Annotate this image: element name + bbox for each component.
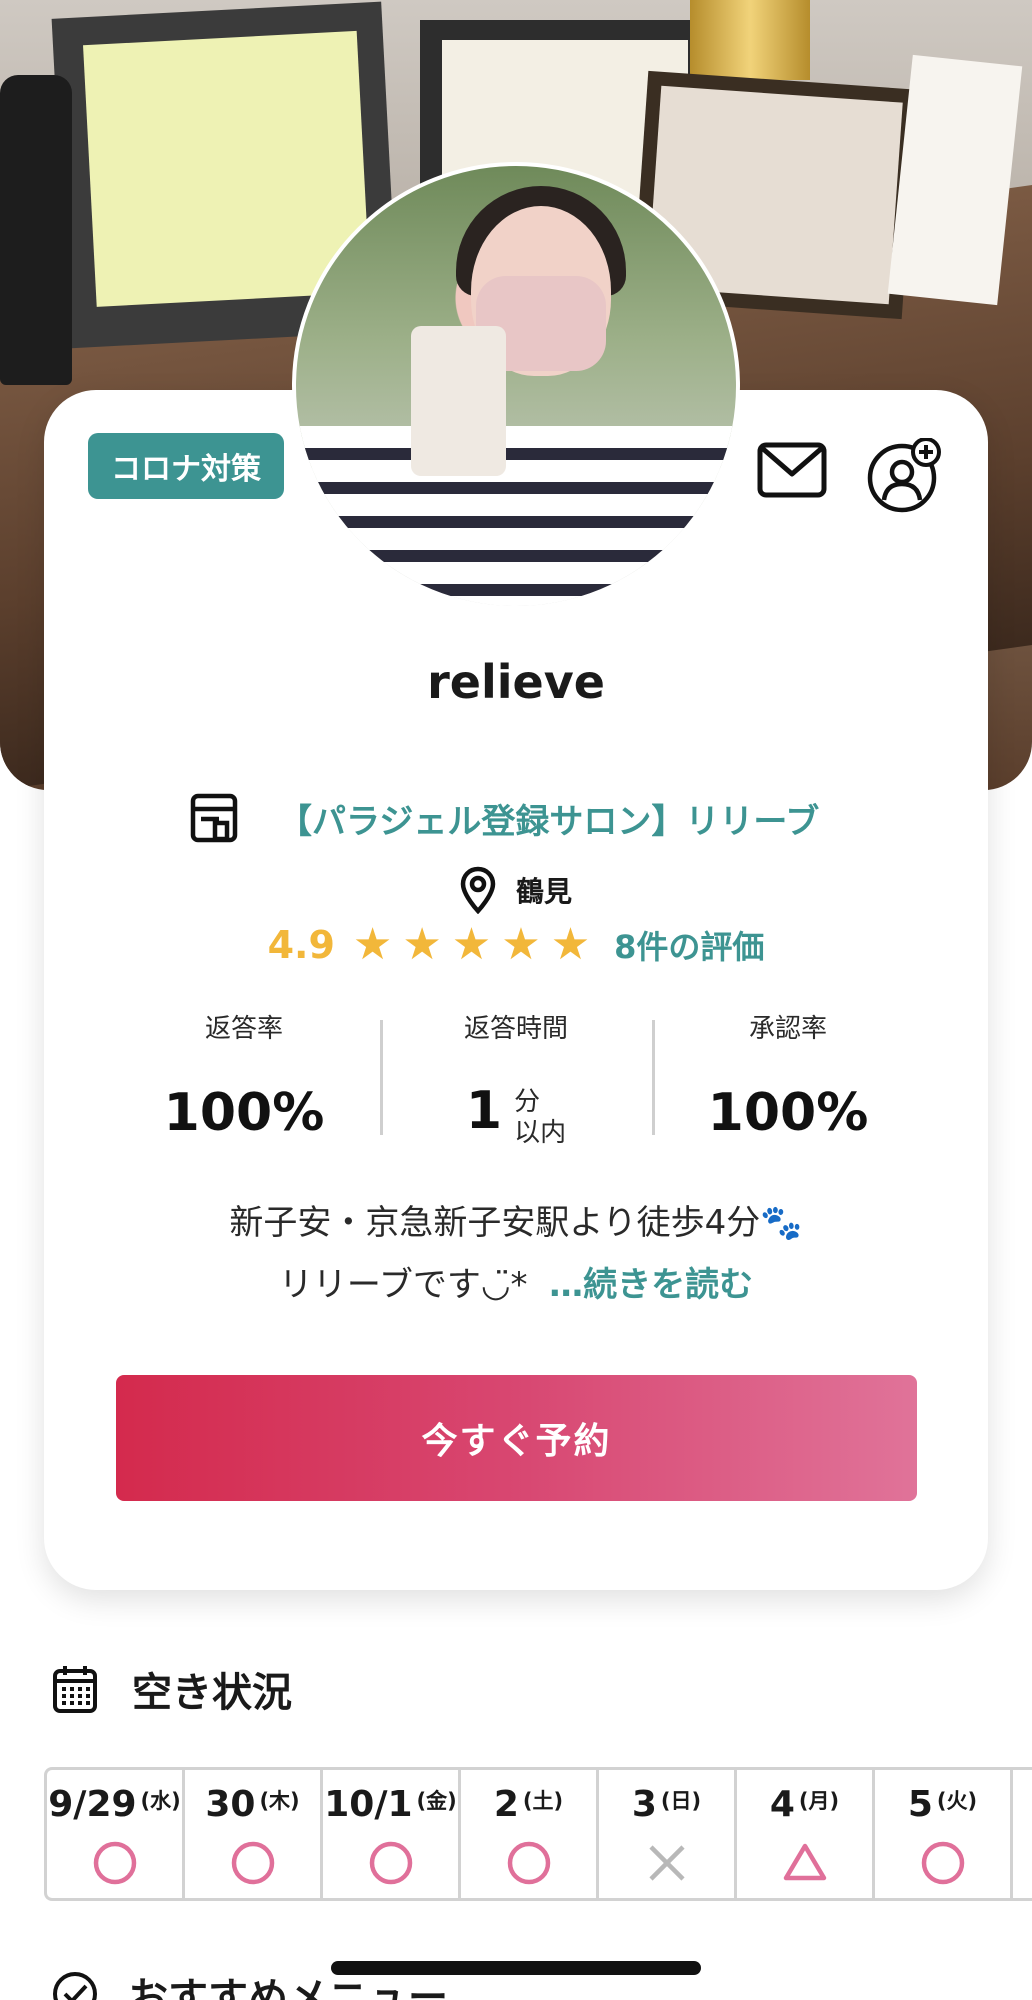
calendar-day-0[interactable]: 9/29 (水) <box>47 1770 185 1898</box>
rating[interactable]: 4.9 ★ ★ ★ ★ ★ 8件の評価 <box>0 922 1032 968</box>
calendar-date: 10/1 (金) <box>324 1784 457 1825</box>
home-indicator <box>331 1961 701 1975</box>
calendar-day-4: 3 (日) <box>599 1770 737 1898</box>
available-circle-icon <box>323 1840 458 1886</box>
stats-panel: 返答率 100% 返答時間 1 分 以内 承認率 100% <box>108 1000 924 1148</box>
stat-approval-rate: 承認率 100% <box>652 1000 924 1145</box>
add-user-icon <box>867 438 941 513</box>
corona-badge[interactable]: コロナ対策 <box>88 433 284 499</box>
review-count-link[interactable]: 8件の評価 <box>614 922 764 968</box>
area-label: 鶴見 <box>515 875 572 908</box>
rating-value: 4.9 <box>267 923 335 967</box>
message-button[interactable] <box>754 440 830 500</box>
star-icon: ★ <box>550 919 591 970</box>
stat-value: 1 <box>465 1081 503 1141</box>
stat-label: 承認率 <box>748 1014 827 1044</box>
location-pin-icon <box>460 866 496 914</box>
star-icon: ★ <box>451 919 492 970</box>
salon-name[interactable]: 【パラジェル登録サロン】リリーブ <box>278 794 819 843</box>
calendar-date: 9/29 (水) <box>48 1784 181 1825</box>
calendar-day-5[interactable]: 4 (月) <box>737 1770 875 1898</box>
follow-button[interactable] <box>866 438 942 514</box>
calendar-date: 30 (木) <box>205 1784 300 1825</box>
calendar-date: 3 (日) <box>631 1784 702 1825</box>
calendar-day-1[interactable]: 30 (木) <box>185 1770 323 1898</box>
avatar <box>292 162 740 610</box>
stat-label: 返答時間 <box>463 1014 568 1044</box>
shop-icon <box>190 793 238 843</box>
availability-calendar: 9/29 (水) 30 (木) 10/1 (金) 2 (土) 3 (日) 4 (月) 5 (火) <box>44 1767 1032 1901</box>
salon-link[interactable]: 【パラジェル登録サロン】リリーブ <box>190 790 819 846</box>
check-badge-icon <box>53 1972 97 2000</box>
star-icon: ★ <box>352 919 393 970</box>
stat-unit: 分 以内 <box>514 1087 567 1149</box>
available-circle-icon <box>185 1840 320 1886</box>
star-icon: ★ <box>402 919 442 970</box>
calendar-date: 2 (土) <box>493 1784 564 1825</box>
available-circle-icon <box>47 1840 182 1886</box>
stat-response-rate: 返答率 100% <box>108 1000 380 1145</box>
stat-label: 返答率 <box>204 1014 283 1044</box>
calendar-day-3[interactable]: 2 (土) <box>461 1770 599 1898</box>
availability-header: 空き状況 <box>52 1660 292 1718</box>
calendar-icon <box>53 1666 97 1713</box>
reserve-now-button[interactable]: 今すぐ予約 <box>116 1375 917 1501</box>
unavailable-cross-icon <box>599 1840 734 1886</box>
calendar-date: 4 (月) <box>769 1784 840 1825</box>
calendar-date: 5 (火) <box>907 1784 978 1825</box>
shop-description: 新子安・京急新子安駅より徒歩4分🐾 リリーブです◡̈* …続きを読む <box>229 1203 803 1305</box>
read-more-link[interactable]: …続きを読む <box>549 1265 753 1305</box>
stat-response-time: 返答時間 1 分 以内 <box>380 1000 652 1148</box>
calendar-day-2[interactable]: 10/1 (金) <box>323 1770 461 1898</box>
stat-value: 100% <box>707 1083 869 1143</box>
star-icon: ★ <box>501 919 541 970</box>
availability-title: 空き状況 <box>132 1670 292 1716</box>
limited-triangle-icon <box>737 1840 872 1886</box>
available-circle-icon <box>461 1840 596 1886</box>
mail-icon <box>757 442 827 498</box>
area: 鶴見 <box>0 866 1032 914</box>
available-circle-icon <box>875 1840 1010 1886</box>
shop-name: relieve <box>427 655 605 709</box>
stat-value: 100% <box>163 1083 325 1143</box>
calendar-day-6[interactable]: 5 (火) <box>875 1770 1013 1898</box>
